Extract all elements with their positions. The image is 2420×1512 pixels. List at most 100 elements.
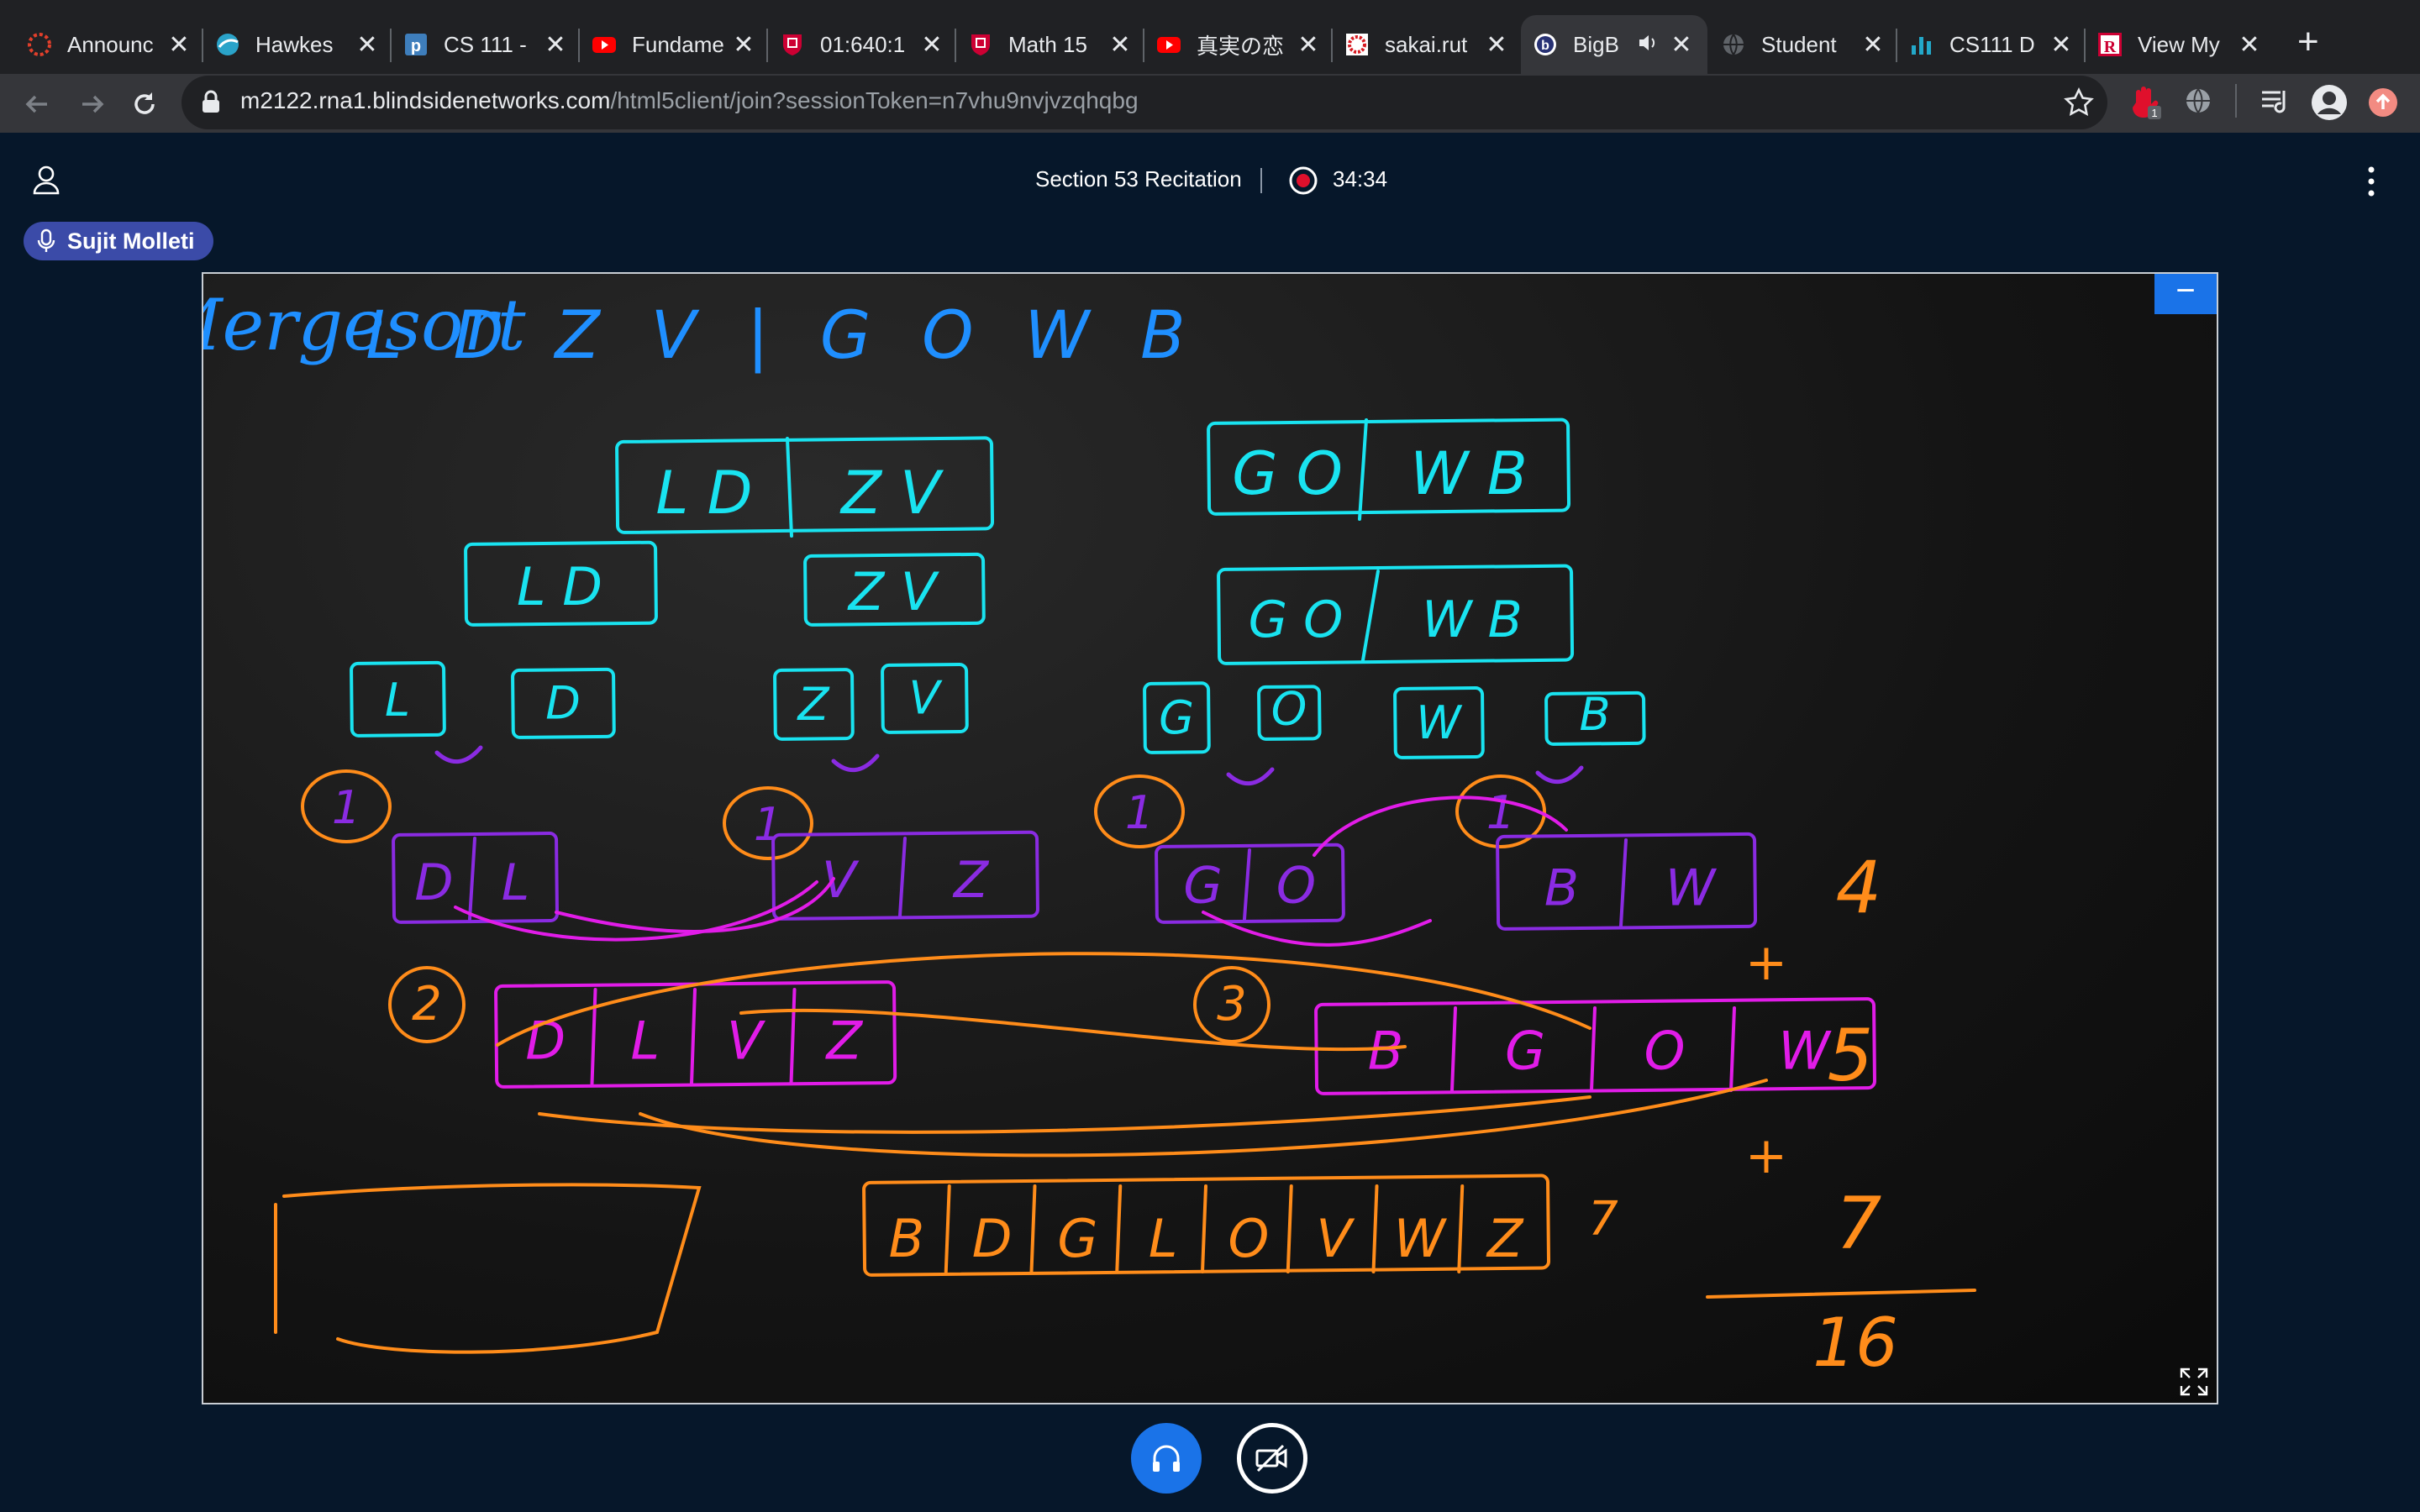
talking-indicator[interactable]: Sujit Molleti [24,222,213,260]
globe-icon [1721,32,1746,57]
tab-title: Student [1761,31,1837,57]
sum-line [1706,1289,1976,1299]
bigbluebutton-icon: b [1533,32,1558,57]
single-letter-1: L [385,674,410,727]
recording-indicator-icon[interactable] [1289,166,1318,195]
merged-half-divider [590,988,597,1085]
svg-text:p: p [411,37,421,55]
minimize-presentation-button[interactable]: − [2154,274,2217,314]
tab-11[interactable]: CS111 D ✕ [1897,15,2086,74]
merged-half-letter: O [1644,1020,1686,1081]
close-tab-icon[interactable]: ✕ [1296,30,1321,60]
final-letter: D [972,1208,1013,1269]
globe-extension-icon[interactable] [2183,86,2213,116]
share-webcam-button[interactable] [1237,1423,1307,1494]
merged-pair-divider-2 [898,837,907,917]
svg-text:b: b [1541,39,1549,53]
final-letter: W [1394,1208,1448,1269]
sum-total: 16 [1812,1304,1898,1382]
tab-10[interactable]: Student ✕ [1709,15,1897,74]
tab-2[interactable]: Hawkes ✕ [203,15,392,74]
close-tab-icon[interactable]: ✕ [2049,30,2074,60]
tracking-arc-1 [496,952,1591,1047]
profile-avatar-icon[interactable] [2311,84,2348,121]
new-tab-button[interactable]: + [2297,22,2319,62]
headphones-icon [1153,1445,1180,1472]
final-letter: L [1149,1208,1178,1269]
level2-text-3: G O [1249,591,1344,649]
single-letter-2: D [545,677,581,730]
tab-12[interactable]: R View My ✕ [2086,15,2274,74]
close-tab-icon[interactable]: ✕ [919,30,944,60]
close-tab-icon[interactable]: ✕ [1860,30,1886,60]
close-tab-icon[interactable]: ✕ [355,30,380,60]
tab-7[interactable]: 真実の恋 ✕ [1144,15,1333,74]
recording-time: 34:34 [1333,166,1388,192]
level1-left-b: Z V [839,459,944,528]
sakai-icon [1344,32,1370,57]
close-tab-icon[interactable]: ✕ [1107,30,1133,60]
back-button[interactable] [18,86,55,123]
half-count-2: 3 [1217,977,1247,1032]
single-letter-3: Z [797,678,830,731]
merged-half-letter: L [630,1010,660,1071]
more-options-icon[interactable] [2363,165,2380,198]
close-tab-icon[interactable]: ✕ [731,30,756,60]
whiteboard-canvas[interactable]: MergesortL D Z V | G O W BL DZ VG OW BL … [203,274,2217,1403]
bookmark-star-icon[interactable] [2064,87,2094,118]
tab-title: View My [2138,31,2220,57]
rutgers-shield-icon [780,32,805,57]
final-array-divider [1286,1184,1293,1273]
scratch-box [274,1183,702,1354]
lock-icon [203,90,219,113]
level1-right-b: W B [1410,439,1528,508]
level1-left-divider [786,437,793,538]
user-list-icon[interactable] [32,165,60,195]
whiteboard[interactable]: MergesortL D Z V | G O W BL DZ VG OW BL … [202,272,2218,1404]
close-tab-icon[interactable]: ✕ [543,30,568,60]
tab-4[interactable]: Fundame ✕ [580,15,768,74]
speaker-icon[interactable] [1637,32,1659,58]
tab-1[interactable]: Announc ✕ [15,15,203,74]
url-text[interactable]: m2122.rna1.blindsidenetworks.com/html5cl… [240,87,1139,114]
tab-title: BigB [1573,31,1619,57]
close-tab-icon[interactable]: ✕ [2237,30,2262,60]
merged-half-letter: V [727,1010,766,1071]
merged-pair-letter: L [502,853,529,912]
tab-9[interactable]: b BigB ✕ [1521,15,1707,74]
reload-button[interactable] [126,86,163,123]
tab-strip: Announc ✕ Hawkes ✕ p CS 111 - ✕ Fundame ✕ 01:640:… [0,0,2420,74]
merged-half-divider [1450,1006,1457,1092]
tab-8[interactable]: sakai.rut ✕ [1333,15,1521,74]
tab-3[interactable]: p CS 111 - ✕ [392,15,580,74]
close-tab-icon[interactable]: ✕ [1669,30,1694,60]
merged-pair-letter: B [1544,858,1579,917]
rutgers-r-icon: R [2097,32,2123,57]
reload-icon [134,92,155,114]
pair-count-1: 1 [332,781,360,834]
toolbar-divider [2235,84,2237,118]
url-host: m2122.rna1.blindsidenetworks.com [240,87,611,113]
level2-box-3-divider [1361,570,1380,662]
final-count: 7 [1588,1192,1618,1247]
piazza-icon: p [403,32,429,57]
final-letter: V [1316,1208,1355,1269]
media-queue-icon[interactable] [2260,87,2292,116]
close-tab-icon[interactable]: ✕ [1484,30,1509,60]
tab-6[interactable]: Math 15 ✕ [956,15,1144,74]
forward-button[interactable] [74,86,111,123]
merge-hook-2 [831,753,880,773]
header-divider [1260,168,1262,193]
merged-pair-letter: D [414,853,453,912]
fullscreen-icon[interactable] [2180,1368,2208,1396]
level1-right-divider [1358,418,1368,521]
tab-5[interactable]: 01:640:1 ✕ [768,15,956,74]
update-available-icon[interactable] [2368,87,2398,118]
url-path: /html5client/join?sessionToken=n7vhu9nvj… [610,87,1139,113]
close-tab-icon[interactable]: ✕ [166,30,192,60]
extension-badge: 1 [2151,107,2157,119]
pair-count-4: 1 [1486,786,1515,839]
extension-hand-icon[interactable]: 1 [2129,84,2163,121]
merge-hook-1 [434,745,483,764]
leave-audio-button[interactable] [1131,1423,1202,1494]
